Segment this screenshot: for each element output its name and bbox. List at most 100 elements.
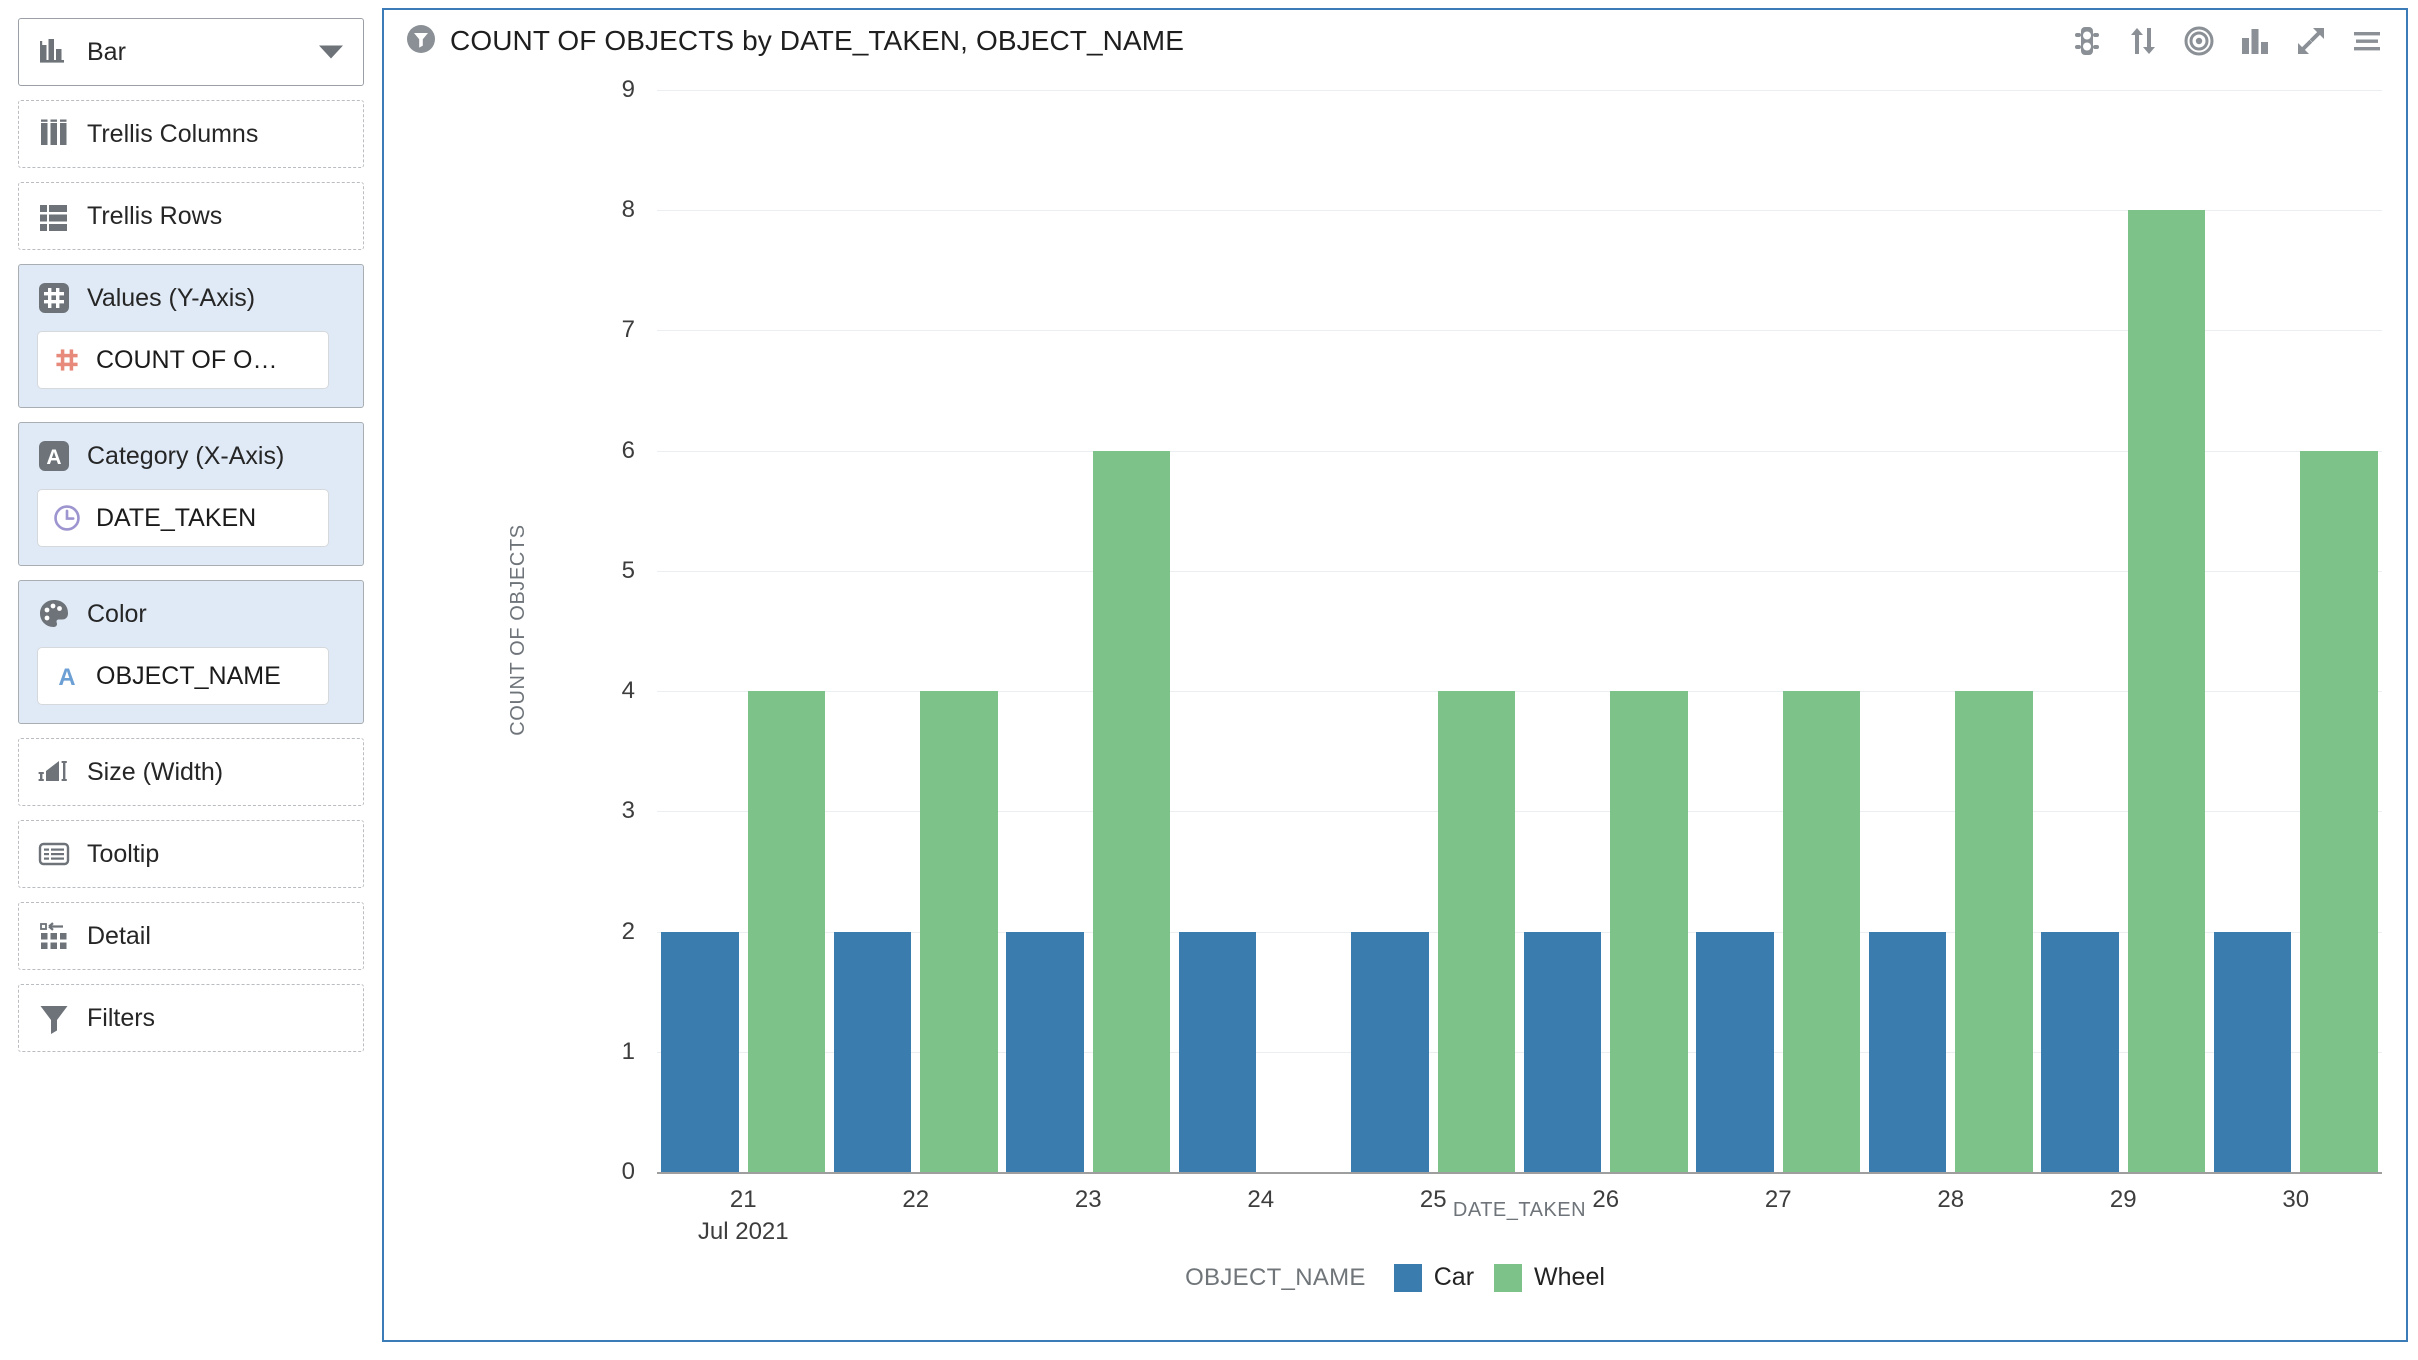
bar-wheel[interactable]	[2300, 450, 2378, 1172]
y-axis-tick-label: 5	[621, 556, 635, 584]
clock-icon	[52, 503, 82, 533]
bar-group: 23	[1002, 90, 1175, 1213]
y-axis-tick-label: 8	[621, 196, 635, 224]
legend-label: Car	[1433, 1263, 1475, 1291]
bar-group: 25	[1347, 90, 1520, 1213]
plot-area: COUNT OF OBJECTS 0123456789 21 Jul 2021 22…	[384, 72, 2406, 1340]
shelf-header: Values (Y-Axis)	[37, 281, 345, 315]
bar-chart-icon	[37, 35, 71, 69]
chart-icon[interactable]	[2238, 24, 2272, 58]
shelf-label: Color	[87, 599, 147, 628]
legend-title: OBJECT_NAME	[1185, 1263, 1366, 1291]
field-pill-label: OBJECT_NAME	[96, 661, 281, 690]
bar-group: 28	[1865, 90, 2038, 1213]
shelf-label: Filters	[87, 1003, 156, 1032]
y-axis-tick-label: 2	[621, 917, 635, 945]
visualization-shelf-panel: Bar Trellis Columns Trellis Rows Values (Y-…	[0, 0, 382, 1360]
x-axis-title: DATE_TAKEN	[1452, 1199, 1587, 1221]
bar-group: 30	[2210, 90, 2383, 1213]
chart-card: COUNT OF OBJECTS by DATE_TAKEN, OBJECT_N…	[382, 8, 2408, 1342]
shelf-label: Trellis Columns	[87, 119, 259, 148]
bar-wheel[interactable]	[747, 691, 826, 1172]
field-pill-color[interactable]: A OBJECT_NAME	[37, 647, 329, 705]
tooltip-icon	[37, 837, 71, 871]
svg-text:A: A	[58, 664, 75, 691]
chevron-down-icon[interactable]	[319, 45, 343, 59]
size-width-icon	[37, 755, 71, 789]
shelf-trellis_rows[interactable]: Trellis Rows	[18, 182, 364, 250]
bar-wheel[interactable]	[1782, 691, 1861, 1172]
conditional-formatting-icon[interactable]	[2070, 24, 2104, 58]
shelf-chart_type[interactable]: Bar	[18, 18, 364, 86]
filter-funnel-badge-icon	[406, 24, 436, 59]
shelf-category_x[interactable]: A Category (X-Axis) DATE_TAKEN	[18, 422, 364, 566]
bar-car[interactable]	[1696, 931, 1774, 1172]
shelf-values_y[interactable]: Values (Y-Axis) COUNT OF O…	[18, 264, 364, 408]
bar-car[interactable]	[2213, 931, 2292, 1172]
shelf-filters[interactable]: Filters	[18, 984, 364, 1052]
shelf-label: Bar	[87, 37, 126, 66]
shelf-header: Tooltip	[37, 837, 159, 871]
palette-icon	[37, 597, 71, 631]
bar-wheel[interactable]	[2127, 210, 2206, 1172]
bar-wheel[interactable]	[1092, 450, 1171, 1172]
shelf-label: Size (Width)	[87, 757, 224, 786]
svg-text:A: A	[46, 446, 61, 469]
text-a-icon: A	[52, 661, 82, 691]
bar-group: 29	[2037, 90, 2210, 1213]
shelf-header: Bar	[37, 35, 126, 69]
shelf-label: Category (X-Axis)	[87, 441, 285, 470]
sort-icon[interactable]	[2126, 24, 2160, 58]
target-icon[interactable]	[2182, 24, 2216, 58]
bar-wheel[interactable]	[1437, 691, 1516, 1172]
menu-icon[interactable]	[2350, 24, 2384, 58]
y-axis-title: COUNT OF OBJECTS	[507, 524, 530, 736]
bar-group: 22	[830, 90, 1003, 1213]
bar-car[interactable]	[1006, 931, 1084, 1172]
y-axis-tick-label: 3	[621, 797, 635, 825]
shelf-size_width[interactable]: Size (Width)	[18, 738, 364, 806]
bar-group: 26	[1520, 90, 1693, 1213]
bar-car[interactable]	[2041, 931, 2119, 1172]
y-axis-tick-label: 0	[621, 1158, 635, 1185]
bar-groups: 21 Jul 2021 22 23 24 25 26 27 28 29 30	[657, 90, 2383, 1245]
shelf-header: Color	[37, 597, 345, 631]
shelf-header: A Category (X-Axis)	[37, 439, 345, 473]
page-title: COUNT OF OBJECTS by DATE_TAKEN, OBJECT_N…	[450, 25, 1184, 56]
bar-wheel[interactable]	[920, 691, 998, 1172]
bar-car[interactable]	[1351, 931, 1429, 1172]
numeric-hash-icon	[37, 281, 71, 315]
bar-wheel[interactable]	[1610, 691, 1688, 1172]
bar-wheel[interactable]	[1955, 691, 2033, 1172]
app-root: Bar Trellis Columns Trellis Rows Values (Y-…	[0, 0, 2418, 1360]
detail-icon	[37, 919, 71, 953]
shelf-color[interactable]: Color A OBJECT_NAME	[18, 580, 364, 724]
bar-car[interactable]	[661, 931, 739, 1172]
legend-swatch	[1393, 1263, 1422, 1292]
field-pill-category_x[interactable]: DATE_TAKEN	[37, 489, 329, 547]
y-axis-tick-label: 1	[621, 1037, 635, 1065]
shelf-trellis_columns[interactable]: Trellis Columns	[18, 100, 364, 168]
bar-car[interactable]	[1868, 931, 1947, 1172]
trellis-columns-icon	[37, 117, 71, 151]
legend-label: Wheel	[1534, 1263, 1605, 1291]
numeric-hash-icon	[52, 345, 82, 375]
x-axis-line	[657, 1172, 2382, 1174]
bar-car[interactable]	[833, 931, 912, 1172]
field-pill-label: COUNT OF O…	[96, 345, 278, 374]
field-pill-values_y[interactable]: COUNT OF O…	[37, 331, 329, 389]
chart-toolbar	[2070, 24, 2384, 58]
shelf-label: Tooltip	[87, 839, 160, 868]
shelf-tooltip[interactable]: Tooltip	[18, 820, 364, 888]
funnel-icon	[37, 1001, 71, 1035]
bar-car[interactable]	[1178, 931, 1257, 1172]
trellis-rows-icon	[37, 199, 71, 233]
shelf-detail[interactable]: Detail	[18, 902, 364, 970]
shelf-header: Detail	[37, 919, 151, 953]
shelf-header: Size (Width)	[37, 755, 223, 789]
bar-car[interactable]	[1523, 931, 1602, 1172]
legend: OBJECT_NAME Car Wheel	[384, 1263, 2406, 1292]
expand-icon[interactable]	[2294, 24, 2328, 58]
legend-item-wheel[interactable]: Wheel	[1494, 1263, 1605, 1292]
legend-item-car[interactable]: Car	[1393, 1263, 1475, 1292]
